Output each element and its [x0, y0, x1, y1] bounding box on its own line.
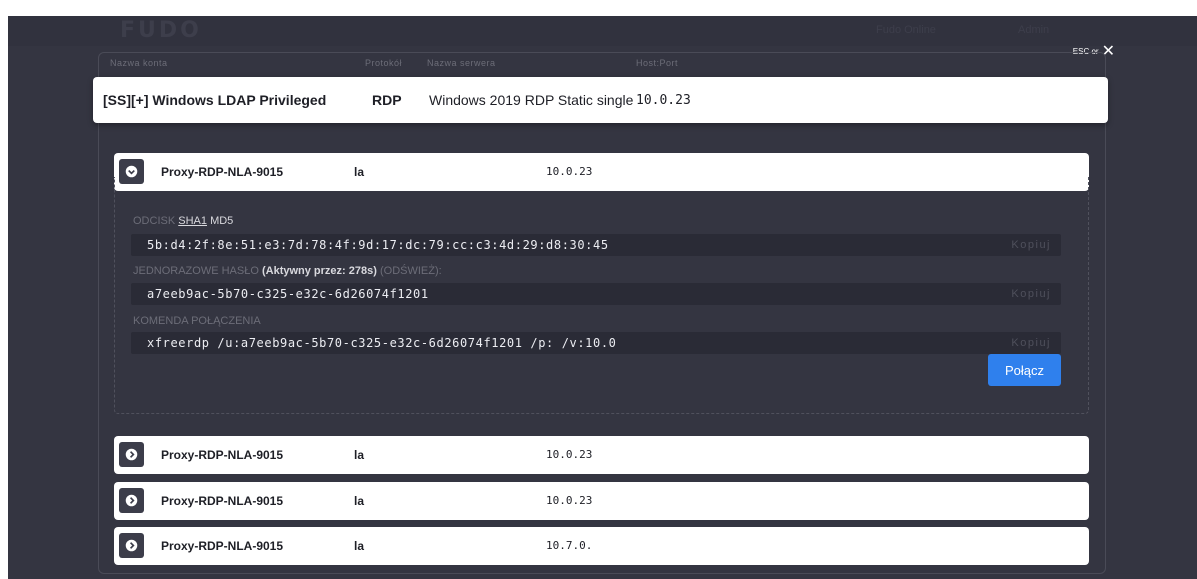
copy-otp-button[interactable]: Kopiuj [1011, 288, 1051, 300]
otp-refresh-link[interactable]: (ODŚWIEŻ): [380, 265, 442, 277]
server-protocol: la [354, 448, 365, 462]
command-value: xfreerdp /u:a7eeb9ac-5b70-c325-e32c-6d26… [147, 336, 617, 350]
connect-button[interactable]: Połącz [988, 354, 1061, 386]
command-field: xfreerdp /u:a7eeb9ac-5b70-c325-e32c-6d26… [131, 332, 1061, 354]
column-header-protocol: Protokół [365, 58, 403, 68]
copy-fingerprint-button[interactable]: Kopiuj [1011, 239, 1051, 251]
account-hostport: 10.0.23 [636, 93, 691, 108]
otp-timer: (Aktywny przez: 278s) [261, 265, 377, 277]
otp-field: a7eeb9ac-5b70-c325-e32c-6d26074f1201 Kop… [131, 283, 1061, 305]
account-name: [SS][+] Windows LDAP Privileged [103, 92, 327, 108]
top-bar: FUDO Fudo Online Admin [8, 16, 1197, 46]
server-name: Proxy-RDP-NLA-9015 [161, 539, 284, 553]
server-row[interactable]: Proxy-RDP-NLA-9015 la 10.0.23 [114, 482, 1089, 520]
sha1-toggle[interactable]: SHA1 [178, 215, 207, 227]
server-host: 10.7.0. [546, 539, 593, 552]
server-host: 10.0.23 [546, 448, 593, 461]
otp-value: a7eeb9ac-5b70-c325-e32c-6d26074f1201 [147, 287, 429, 301]
server-row[interactable]: Proxy-RDP-NLA-9015 la 10.7.0. [114, 527, 1089, 565]
fingerprint-label: ODCISK SHA1 MD5 [133, 215, 233, 227]
account-row[interactable]: [SS][+] Windows LDAP Privileged RDP Wind… [93, 77, 1108, 123]
app-logo: FUDO [120, 18, 202, 43]
md5-toggle[interactable]: MD5 [210, 215, 233, 227]
column-header-account: Nazwa konta [110, 58, 168, 68]
chevron-right-circle-icon[interactable] [119, 488, 144, 513]
otp-title: JEDNORAZOWE HASŁO [133, 265, 259, 277]
fingerprint-field: 5b:d4:2f:8e:51:e3:7d:78:4f:9d:17:dc:79:c… [131, 234, 1061, 256]
topbar-online-status[interactable]: Fudo Online [876, 24, 936, 36]
copy-command-button[interactable]: Kopiuj [1011, 337, 1051, 349]
fingerprint-value: 5b:d4:2f:8e:51:e3:7d:78:4f:9d:17:dc:79:c… [147, 238, 609, 252]
server-name: Proxy-RDP-NLA-9015 [161, 448, 284, 462]
column-header-hostport: Host:Port [636, 58, 679, 68]
server-name: Proxy-RDP-NLA-9015 [161, 494, 284, 508]
account-server: Windows 2019 RDP Static single [429, 92, 634, 108]
server-protocol: la [354, 539, 365, 553]
server-protocol: la [354, 494, 365, 508]
fingerprint-title: ODCISK [133, 215, 176, 227]
otp-label: JEDNORAZOWE HASŁO (Aktywny przez: 278s) … [133, 265, 442, 277]
account-protocol: RDP [372, 92, 402, 108]
server-row[interactable]: Proxy-RDP-NLA-9015 la 10.0.23 [114, 436, 1089, 474]
chevron-right-circle-icon[interactable] [119, 442, 144, 467]
command-label: KOMENDA POŁĄCZENIA [133, 315, 261, 327]
chevron-right-circle-icon[interactable] [119, 533, 144, 558]
column-header-server: Nazwa serwera [427, 58, 496, 68]
server-host: 10.0.23 [546, 494, 593, 507]
topbar-user-menu[interactable]: Admin [1018, 24, 1049, 36]
